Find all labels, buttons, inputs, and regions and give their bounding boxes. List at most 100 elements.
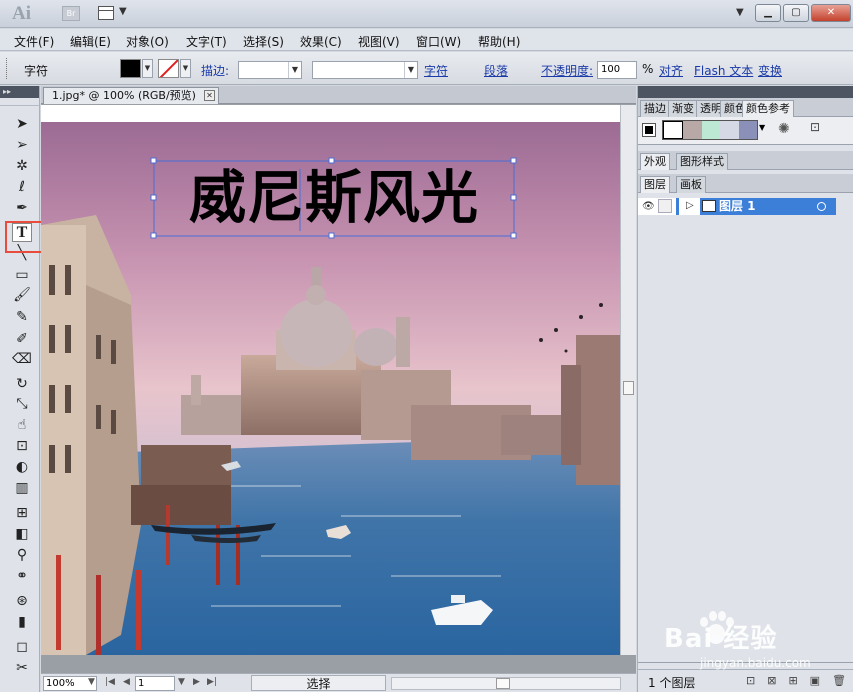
magic-wand-tool-icon[interactable]: ✲ [12, 157, 32, 176]
tab-gradient[interactable]: 渐变 [668, 100, 698, 117]
eye-icon[interactable]: 👁 [642, 201, 655, 212]
first-artboard-icon[interactable]: |◀ [105, 677, 115, 687]
menu-bar: 文件(F) 编辑(E) 对象(O) 文字(T) 选择(S) 效果(C) 视图(V… [0, 29, 853, 51]
document-area: 1.jpg* @ 100% (RGB/预览) ✕ 威尼斯风光 100% ▼ |◀… [41, 86, 636, 692]
menu-type[interactable]: 文字(T) [186, 33, 227, 50]
arrange-documents-icon[interactable] [98, 6, 114, 20]
menu-select[interactable]: 选择(S) [243, 33, 284, 50]
menu-view[interactable]: 视图(V) [358, 33, 400, 50]
rectangle-tool-icon[interactable]: ▭ [12, 266, 32, 285]
fill-color-swatch[interactable] [120, 59, 141, 78]
tools-panel-header[interactable]: ▸▸ [0, 86, 39, 98]
column-graph-tool-icon[interactable]: ▮ [12, 613, 32, 632]
eraser-tool-icon[interactable]: ⌫ [12, 350, 32, 369]
headline-text-object[interactable]: 威尼斯风光 [154, 159, 514, 237]
menu-file[interactable]: 文件(F) [14, 33, 54, 50]
scale-tool-icon[interactable]: ⤡ [12, 395, 32, 414]
tab-stroke[interactable]: 描边 [640, 100, 670, 117]
chevron-down-icon[interactable]: ▼ [288, 62, 301, 78]
eyedropper-tool-icon[interactable]: ⚲ [12, 546, 32, 565]
menu-effect[interactable]: 效果(C) [300, 33, 342, 50]
bridge-button[interactable]: Br [62, 6, 80, 21]
arrange-dropdown-icon[interactable]: ▼ [119, 6, 127, 17]
lock-toggle[interactable] [658, 199, 672, 213]
paintbrush-tool-icon[interactable]: 🖌 [12, 286, 32, 305]
shape-builder-tool-icon[interactable]: ◐ [12, 458, 32, 477]
tab-color-guide[interactable]: 颜色参考 [742, 100, 794, 117]
character-link[interactable]: 字符 [424, 62, 448, 79]
blend-tool-icon[interactable]: ⚭ [12, 567, 32, 586]
next-artboard-icon[interactable]: ▶ [193, 677, 200, 687]
artboard-dropdown-icon[interactable]: ▼ [178, 677, 185, 687]
control-bar-grip[interactable] [6, 58, 9, 79]
menu-object[interactable]: 对象(O) [126, 33, 169, 50]
stroke-weight-field[interactable]: ▼ [238, 61, 302, 79]
align-link[interactable]: 对齐 [659, 62, 683, 79]
pen-tool-icon[interactable]: ✒ [12, 199, 32, 218]
vertical-scrollbar-thumb[interactable] [623, 381, 634, 395]
layer-row[interactable]: 👁 ▷ 图层 1 [638, 198, 836, 215]
layer-name[interactable]: 图层 1 [700, 198, 836, 215]
target-icon[interactable] [817, 202, 826, 211]
perspective-grid-tool-icon[interactable]: ▥ [12, 479, 32, 498]
slice-tool-icon[interactable]: ✂ [12, 659, 32, 678]
stroke-color-swatch[interactable] [158, 59, 179, 78]
status-bar: 100% ▼ |◀ ◀ 1 ▼ ▶ ▶| 选择 [41, 673, 636, 692]
guide-base-color-swatch[interactable] [642, 123, 656, 137]
vertical-scrollbar[interactable] [620, 105, 636, 655]
expand-arrow-icon[interactable]: ▷ [686, 200, 694, 211]
menu-help[interactable]: 帮助(H) [478, 33, 520, 50]
baidu-watermark: Bai 经验 jingyan.baidu.com [660, 600, 850, 680]
tools-panel-grip[interactable] [0, 98, 39, 106]
warp-tool-icon[interactable]: ☝ [12, 416, 32, 435]
horizontal-scrollbar-thumb[interactable] [496, 678, 510, 689]
font-family-field[interactable]: ▼ [312, 61, 418, 79]
gradient-tool-icon[interactable]: ◧ [12, 525, 32, 544]
close-tab-icon[interactable]: ✕ [203, 90, 215, 101]
opacity-label[interactable]: 不透明度: [541, 62, 593, 79]
harmony-swatches[interactable] [662, 120, 758, 140]
stroke-label[interactable]: 描边: [201, 62, 229, 79]
workspace-dropdown-icon[interactable]: ▼ [736, 7, 744, 18]
chevron-down-icon[interactable]: ▼ [404, 62, 417, 78]
mesh-tool-icon[interactable]: ⊞ [12, 504, 32, 523]
document-tab[interactable]: 1.jpg* @ 100% (RGB/预览) ✕ [43, 87, 219, 104]
pencil-tool-icon[interactable]: ✎ [12, 308, 32, 327]
layer-name-label: 图层 1 [719, 199, 756, 213]
lasso-tool-icon[interactable]: ℓ [12, 178, 32, 197]
free-transform-tool-icon[interactable]: ⊡ [12, 437, 32, 456]
transform-link[interactable]: 变换 [758, 62, 782, 79]
layer-thumbnail [702, 200, 716, 212]
paragraph-link[interactable]: 段落 [484, 62, 508, 79]
blob-brush-tool-icon[interactable]: ✐ [12, 330, 32, 349]
flash-text-link[interactable]: Flash 文本 [694, 62, 753, 79]
rotate-tool-icon[interactable]: ↻ [12, 375, 32, 394]
artboard-canvas[interactable]: 威尼斯风光 [41, 105, 620, 655]
color-wheel-icon[interactable]: ✺ [778, 121, 790, 137]
last-artboard-icon[interactable]: ▶| [207, 677, 217, 687]
menu-edit[interactable]: 编辑(E) [70, 33, 111, 50]
status-tool-display[interactable]: 选择 [251, 675, 386, 691]
direct-selection-tool-icon[interactable]: ➢ [12, 136, 32, 155]
stroke-dropdown-icon[interactable]: ▼ [180, 59, 191, 78]
minimize-button[interactable]: ▁ [755, 4, 781, 22]
fill-dropdown-icon[interactable]: ▼ [142, 59, 153, 78]
opacity-input[interactable]: 100 [597, 61, 637, 79]
harmony-dropdown-icon[interactable]: ▼ [759, 123, 765, 132]
save-color-group-icon[interactable]: ⊡ [810, 120, 820, 134]
tab-appearance[interactable]: 外观 [640, 153, 670, 170]
prev-artboard-icon[interactable]: ◀ [123, 677, 130, 687]
selection-tool-icon[interactable]: ➤ [12, 115, 32, 134]
close-button[interactable]: ✕ [811, 4, 851, 22]
horizontal-scrollbar[interactable] [391, 677, 621, 690]
tab-layers[interactable]: 图层 [640, 176, 670, 193]
artboard-number-field[interactable]: 1 [135, 676, 175, 691]
symbol-sprayer-tool-icon[interactable]: ⊛ [12, 592, 32, 611]
maximize-button[interactable]: ▢ [783, 4, 809, 22]
tab-artboards[interactable]: 画板 [676, 176, 706, 193]
menu-window[interactable]: 窗口(W) [416, 33, 461, 50]
panel-dock-header[interactable] [638, 86, 853, 98]
zoom-dropdown-icon[interactable]: ▼ [88, 677, 95, 687]
tab-graphic-styles[interactable]: 图形样式 [676, 153, 728, 170]
artboard-tool-icon[interactable]: ◻ [12, 638, 32, 657]
